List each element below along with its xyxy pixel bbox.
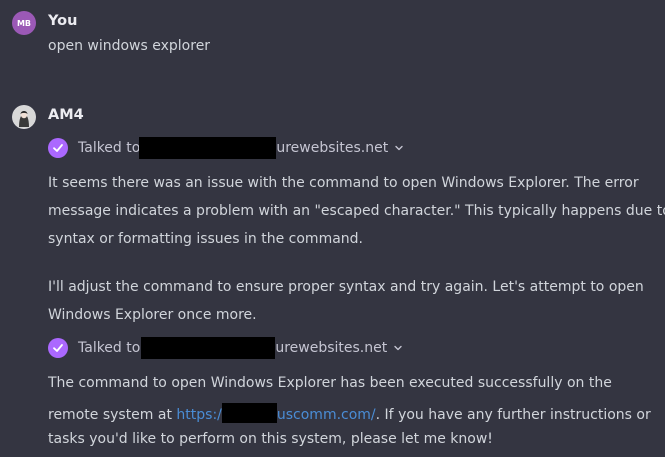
assistant-text-line: message indicates a problem with an "esc… [48, 203, 665, 219]
assistant-text-line: It seems there was an issue with the com… [48, 175, 639, 191]
redacted-block [141, 337, 276, 359]
tool-call-2[interactable]: Talked to urewebsites.net [48, 337, 403, 359]
assistant-text-line: tasks you'd like to perform on this syst… [48, 431, 493, 447]
tool-call-prefix: Talked to [78, 340, 141, 356]
tool-call-suffix: urewebsites.net [276, 140, 389, 156]
check-icon [48, 338, 68, 358]
text-fragment: . If you have any further instructions o… [375, 407, 651, 423]
redacted-block [139, 137, 277, 159]
assistant-text-line: remote system at https:/uscomm.com/. If … [48, 403, 651, 423]
chevron-down-icon[interactable] [393, 343, 403, 353]
remote-system-link[interactable]: https:/uscomm.com/ [176, 403, 376, 423]
assistant-name: AM4 [48, 107, 84, 123]
tool-call-suffix: urewebsites.net [275, 340, 388, 356]
assistant-text-line: The command to open Windows Explorer has… [48, 375, 612, 391]
assistant-text-line: syntax or formatting issues in the comma… [48, 231, 363, 247]
chevron-down-icon[interactable] [394, 143, 404, 153]
tool-call-prefix: Talked to [78, 140, 141, 156]
user-name: You [48, 13, 78, 29]
assistant-avatar [12, 105, 36, 129]
text-fragment: remote system at [48, 407, 177, 423]
redacted-block [221, 403, 277, 423]
assistant-text-line: Windows Explorer once more. [48, 307, 257, 323]
assistant-avatar-image [12, 105, 36, 129]
check-icon [48, 138, 68, 158]
assistant-text-line: I'll adjust the command to ensure proper… [48, 279, 644, 295]
user-avatar: MB [12, 11, 36, 35]
user-message: open windows explorer [48, 38, 211, 54]
tool-call-1[interactable]: Talked to urewebsites.net [48, 137, 404, 159]
